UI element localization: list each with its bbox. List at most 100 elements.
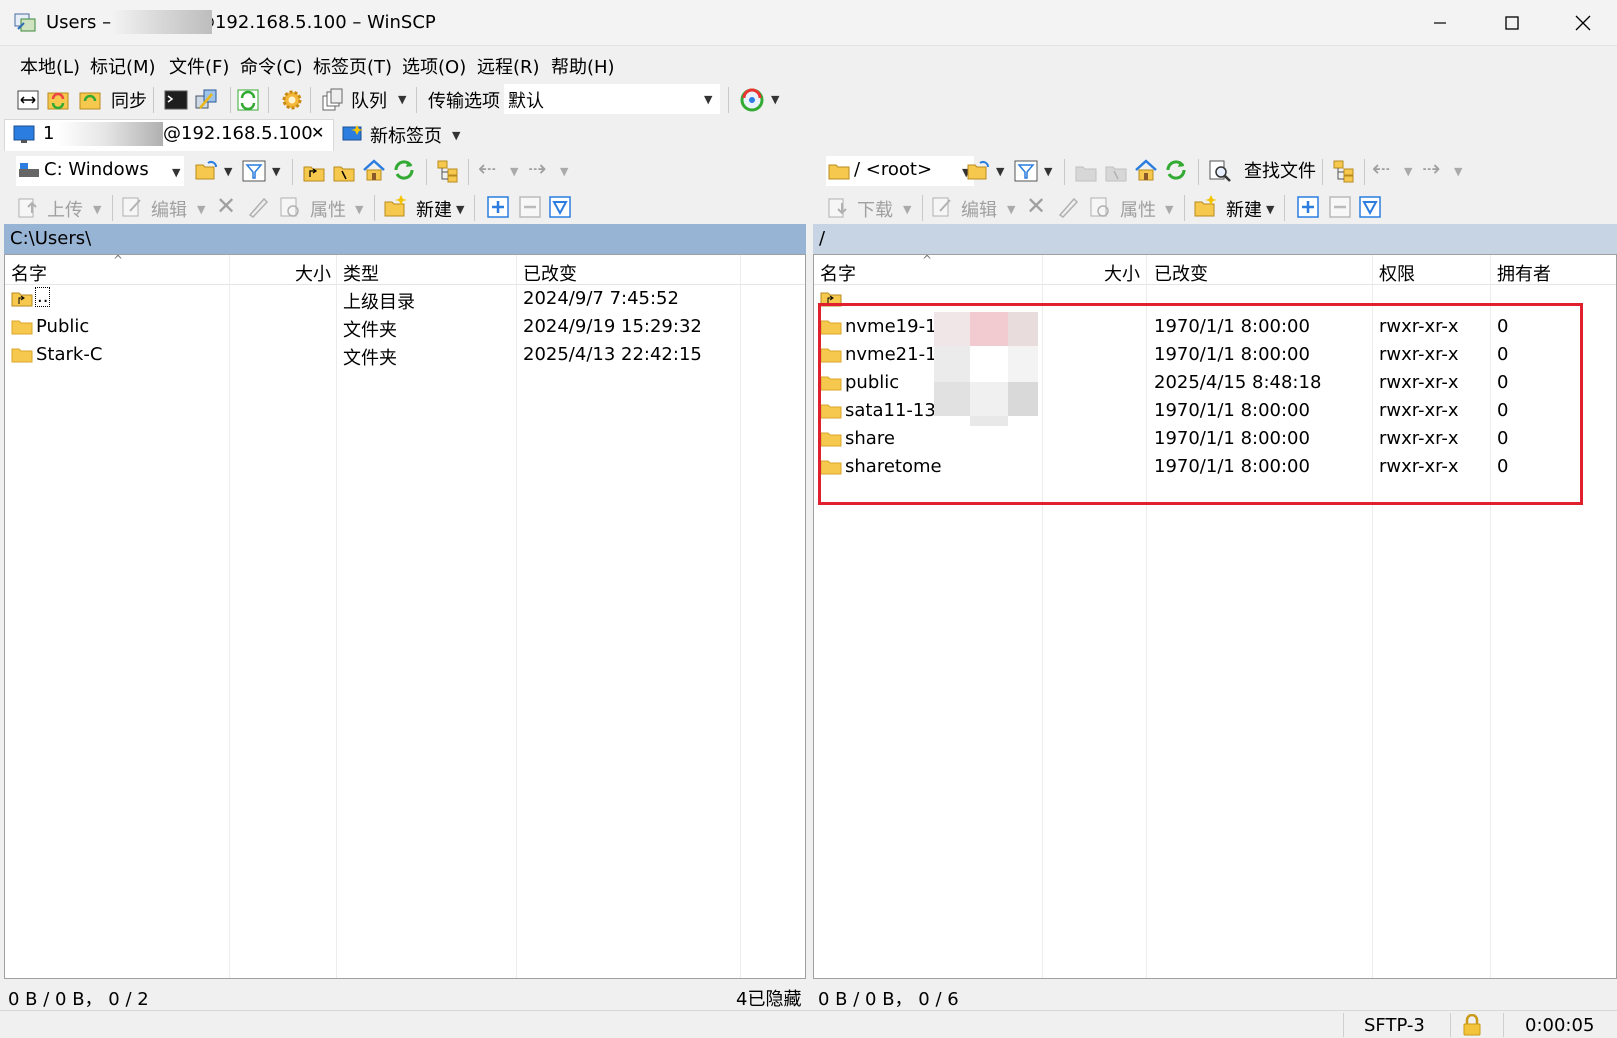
column-name[interactable]: 名字 — [820, 260, 856, 286]
edit-dropdown-arrow[interactable]: ▼ — [1007, 203, 1015, 216]
table-row[interactable]: Stark-C 文件夹 2025/4/13 22:42:15 — [5, 341, 805, 369]
column-type[interactable]: 类型 — [343, 260, 379, 286]
open-folder-dropdown-arrow[interactable]: ▼ — [224, 165, 232, 178]
select-files-icon[interactable] — [486, 195, 510, 219]
delete-icon[interactable]: ✕ — [1026, 192, 1046, 220]
column-size[interactable]: 大小 — [1104, 260, 1140, 286]
rename-icon[interactable] — [246, 195, 270, 219]
column-name[interactable]: 名字 — [11, 260, 47, 286]
local-drive-select[interactable]: C: Windows ▼ — [16, 156, 184, 186]
tree-view-icon[interactable] — [436, 159, 460, 183]
filter-dropdown-arrow[interactable]: ▼ — [1044, 165, 1052, 178]
menu-options[interactable]: 选项(O) — [402, 53, 466, 79]
queue-dropdown-arrow[interactable]: ▼ — [398, 93, 406, 106]
menu-help[interactable]: 帮助(H) — [551, 53, 615, 79]
find-files-label[interactable]: 查找文件 — [1244, 157, 1316, 183]
refresh-icon[interactable] — [392, 158, 416, 182]
synchronize-icon[interactable] — [78, 88, 102, 112]
local-file-list[interactable]: 名字 ^ 大小 类型 已改变 .. 上级目录 2024/9/7 7:45:52 … — [4, 253, 806, 979]
edit-icon[interactable] — [930, 195, 954, 219]
back-dropdown-arrow[interactable]: ▼ — [510, 165, 518, 178]
properties-label[interactable]: 属性 — [1120, 196, 1156, 222]
lock-icon[interactable] — [1462, 1014, 1482, 1036]
forward-arrow-icon[interactable]: ⇢ — [528, 157, 546, 182]
download-icon[interactable] — [826, 195, 850, 219]
new-folder-icon[interactable] — [1194, 194, 1218, 218]
menu-remote[interactable]: 远程(R) — [477, 53, 540, 79]
find-files-icon[interactable] — [1208, 159, 1232, 183]
synchronize-browsing-icon[interactable] — [46, 88, 70, 112]
new-dropdown-arrow[interactable]: ▼ — [1266, 203, 1274, 216]
upload-dropdown-arrow[interactable]: ▼ — [93, 203, 101, 216]
queue-icon[interactable] — [320, 88, 344, 112]
properties-label[interactable]: 属性 — [310, 196, 346, 222]
session-tab[interactable]: 1 @192.168.5.100 ✕ — [4, 119, 334, 151]
column-changed[interactable]: 已改变 — [1154, 260, 1208, 286]
properties-dropdown-arrow[interactable]: ▼ — [1165, 203, 1173, 216]
filter-icon[interactable] — [242, 159, 266, 183]
select-all-icon[interactable] — [1358, 195, 1382, 219]
column-changed[interactable]: 已改变 — [523, 260, 577, 286]
terminal-icon[interactable] — [164, 88, 188, 112]
transfer-preset-select[interactable]: 默认 ▼ — [504, 84, 720, 114]
unselect-files-icon[interactable] — [1328, 195, 1352, 219]
properties-icon[interactable] — [1088, 195, 1112, 219]
select-all-icon[interactable] — [548, 195, 572, 219]
edit-icon[interactable] — [120, 195, 144, 219]
edit-dropdown-arrow[interactable]: ▼ — [197, 203, 205, 216]
forward-dropdown-arrow[interactable]: ▼ — [560, 165, 568, 178]
minimize-button[interactable] — [1404, 0, 1476, 46]
table-row[interactable]: .. 上级目录 2024/9/7 7:45:52 — [5, 285, 805, 313]
menu-commands[interactable]: 命令(C) — [240, 53, 303, 79]
edit-label[interactable]: 编辑 — [961, 196, 997, 222]
back-arrow-icon[interactable]: ⇠ — [478, 157, 496, 182]
new-label[interactable]: 新建 — [1226, 196, 1262, 222]
download-dropdown-arrow[interactable]: ▼ — [903, 203, 911, 216]
edit-label[interactable]: 编辑 — [151, 196, 187, 222]
table-row[interactable]: Public 文件夹 2024/9/19 15:29:32 — [5, 313, 805, 341]
menu-file[interactable]: 文件(F) — [169, 53, 229, 79]
open-folder-icon[interactable] — [194, 159, 218, 183]
column-owner[interactable]: 拥有者 — [1497, 260, 1551, 286]
forward-dropdown-arrow[interactable]: ▼ — [1454, 165, 1462, 178]
root-directory-icon[interactable] — [332, 159, 356, 183]
putty-icon[interactable] — [194, 88, 218, 112]
column-rights[interactable]: 权限 — [1379, 260, 1415, 286]
filter-icon[interactable] — [1014, 159, 1038, 183]
new-folder-icon[interactable] — [384, 194, 408, 218]
refresh-queue-icon[interactable] — [236, 88, 260, 112]
download-label[interactable]: 下载 — [857, 196, 893, 222]
root-directory-icon[interactable] — [1104, 159, 1128, 183]
new-tab-button[interactable]: 新标签页 ▼ — [338, 119, 472, 151]
upload-icon[interactable] — [16, 195, 40, 219]
preferences-gear-icon[interactable] — [280, 88, 304, 112]
menu-local[interactable]: 本地(L) — [20, 53, 80, 79]
synchronize-label[interactable]: 同步 — [111, 87, 147, 113]
new-label[interactable]: 新建 — [416, 196, 452, 222]
properties-icon[interactable] — [278, 195, 302, 219]
local-path-bar[interactable]: C:\Users\ — [4, 224, 806, 254]
compare-directories-icon[interactable] — [16, 88, 40, 112]
open-folder-dropdown-arrow[interactable]: ▼ — [996, 165, 1004, 178]
parent-directory-icon[interactable] — [1074, 159, 1098, 183]
remote-file-list[interactable]: 名字 ^ 大小 已改变 权限 拥有者 nvme19-1 1970/1/1 8:0… — [813, 253, 1617, 979]
unselect-files-icon[interactable] — [518, 195, 542, 219]
upload-label[interactable]: 上传 — [47, 196, 83, 222]
new-dropdown-arrow[interactable]: ▼ — [456, 203, 464, 216]
refresh-icon[interactable] — [1164, 158, 1188, 182]
tree-view-icon[interactable] — [1332, 159, 1356, 183]
menu-tabs[interactable]: 标签页(T) — [313, 53, 392, 79]
remote-path-bar[interactable]: / — [813, 224, 1617, 254]
close-button[interactable] — [1547, 0, 1617, 46]
rename-icon[interactable] — [1056, 195, 1080, 219]
menu-mark[interactable]: 标记(M) — [90, 53, 156, 79]
filter-dropdown-arrow[interactable]: ▼ — [272, 165, 280, 178]
remote-directory-select[interactable]: / <root> ▼ — [826, 156, 974, 186]
close-tab-icon[interactable]: ✕ — [311, 123, 324, 142]
forward-arrow-icon[interactable]: ⇢ — [1422, 157, 1440, 182]
home-directory-icon[interactable] — [362, 158, 386, 182]
maximize-button[interactable] — [1476, 0, 1548, 46]
column-size[interactable]: 大小 — [295, 260, 331, 286]
delete-icon[interactable]: ✕ — [216, 192, 236, 220]
properties-dropdown-arrow[interactable]: ▼ — [355, 203, 363, 216]
